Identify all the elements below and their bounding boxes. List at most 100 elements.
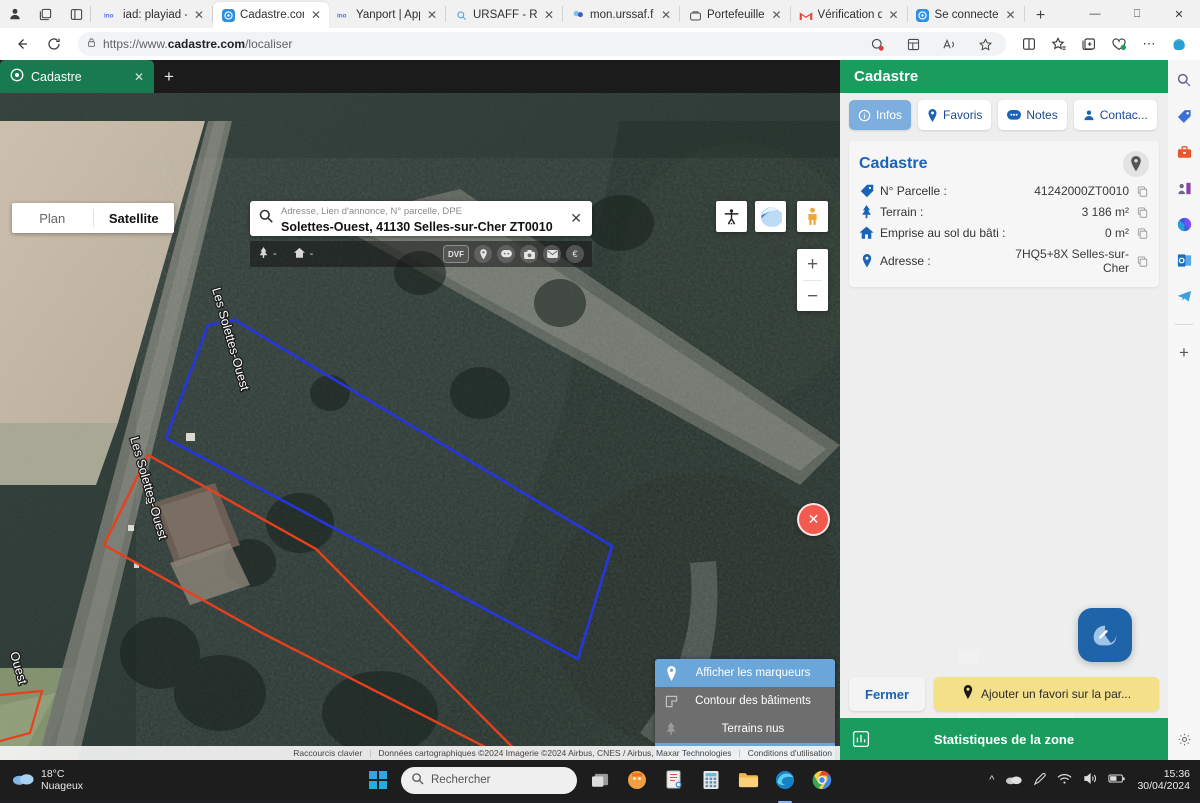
add-favorite-button[interactable]: Ajouter un favori sur la par... (934, 677, 1159, 711)
pin-chip[interactable] (474, 245, 492, 263)
tab-close-icon[interactable]: ✕ (887, 8, 901, 22)
map-layer-satellite[interactable]: Satellite (94, 203, 175, 233)
browser-tab-7[interactable]: Vérification d ✕ (791, 2, 907, 28)
read-aloud-icon[interactable] (936, 31, 962, 57)
add-sidebar-app-icon[interactable]: + (1174, 343, 1194, 363)
show-hidden-icons-chevron[interactable]: ^ (989, 774, 994, 786)
back-icon[interactable] (8, 31, 36, 57)
app-tab-cadastre[interactable]: Cadastre ✕ (0, 60, 154, 93)
chrome-icon[interactable] (808, 766, 836, 794)
comment-chip[interactable] (497, 245, 515, 263)
accessibility-control[interactable] (716, 201, 747, 232)
tools-icon[interactable] (1174, 142, 1194, 162)
new-tab-button[interactable]: + (1029, 4, 1053, 28)
bati-filter[interactable]: - (293, 247, 314, 262)
tab-favoris[interactable]: Favoris (918, 100, 991, 130)
earth-view-control[interactable] (755, 201, 786, 232)
start-button[interactable] (364, 766, 392, 794)
copy-icon[interactable] (1135, 207, 1149, 218)
clear-search-icon[interactable]: ✕ (568, 210, 584, 227)
minimize-button[interactable]: — (1074, 0, 1116, 28)
favorite-star-icon[interactable] (972, 31, 998, 57)
tab-close-icon[interactable]: ✕ (1004, 8, 1018, 22)
taskbar-clock[interactable]: 15:36 30/04/2024 (1137, 768, 1190, 792)
favorites-list-icon[interactable] (1046, 31, 1072, 57)
file-explorer-icon[interactable] (734, 766, 762, 794)
app-new-tab-button[interactable]: + (154, 60, 184, 93)
more-options-icon[interactable]: ⋯ (1136, 31, 1162, 57)
browser-tab-2[interactable]: Cadastre.com ✕ (213, 2, 329, 28)
map-layer-toggle[interactable]: Plan Satellite (12, 203, 174, 233)
gear-icon[interactable] (1177, 732, 1192, 752)
reload-icon[interactable] (40, 31, 68, 57)
games-icon[interactable] (1174, 178, 1194, 198)
street-view-pegman-control[interactable] (797, 201, 828, 232)
tab-close-icon[interactable]: ✕ (425, 8, 439, 22)
map-layer-plan[interactable]: Plan (12, 203, 93, 233)
tab-close-icon[interactable]: ✕ (309, 8, 323, 22)
browser-tab-3[interactable]: ino Yanport | App ✕ (329, 2, 445, 28)
keyboard-shortcuts-link[interactable]: Raccourcis clavier (293, 748, 362, 758)
calculator-icon[interactable] (697, 766, 725, 794)
tab-contacts[interactable]: Contac... (1074, 100, 1157, 130)
split-screen-toolbar-icon[interactable] (1016, 31, 1042, 57)
close-window-button[interactable]: ✕ (1158, 0, 1200, 28)
battery-icon[interactable] (1108, 773, 1126, 787)
map-search-input[interactable]: Adresse, Lien d'annonce, N° parcelle, DP… (281, 202, 561, 236)
mail-chip[interactable] (543, 245, 561, 263)
sidebar-settings[interactable] (1168, 732, 1200, 752)
outlook-icon[interactable] (1174, 250, 1194, 270)
wifi-icon[interactable] (1057, 773, 1072, 788)
onedrive-cloud-icon[interactable] (1005, 773, 1022, 788)
browser-tab-5[interactable]: mon.urssaf.fr ✕ (563, 2, 679, 28)
microsoft-365-icon[interactable] (1174, 214, 1194, 234)
dvf-chip[interactable]: DVF (443, 245, 469, 263)
copy-icon[interactable] (1135, 186, 1149, 197)
tab-notes[interactable]: Notes (998, 100, 1066, 130)
app-tab-close-icon[interactable]: ✕ (134, 70, 144, 84)
collections-icon[interactable] (1076, 31, 1102, 57)
profile-icon[interactable] (6, 6, 23, 23)
browser-tab-8[interactable]: Se connecter ✕ (908, 2, 1024, 28)
tab-close-icon[interactable]: ✕ (192, 8, 206, 22)
pen-icon[interactable] (1033, 772, 1046, 789)
euro-chip[interactable]: € (566, 245, 584, 263)
tracking-prevention-icon[interactable] (864, 31, 890, 57)
volume-icon[interactable] (1083, 772, 1097, 788)
edge-icon[interactable] (771, 766, 799, 794)
terms-link[interactable]: Conditions d'utilisation (748, 748, 832, 758)
tab-close-icon[interactable]: ✕ (659, 8, 673, 22)
camera-chip[interactable] (520, 245, 538, 263)
search-icon[interactable] (1174, 70, 1194, 90)
collections-grid-icon[interactable] (900, 31, 926, 57)
tab-close-icon[interactable]: ✕ (542, 8, 556, 22)
tab-infos[interactable]: Infos (849, 100, 911, 130)
terrain-filter[interactable]: - (258, 247, 277, 262)
browser-essentials-icon[interactable] (1106, 31, 1132, 57)
copy-icon[interactable] (1135, 256, 1149, 267)
taskbar-search-box[interactable]: Rechercher (401, 767, 577, 794)
legend-row-outlines[interactable]: Contour des bâtiments (655, 687, 835, 715)
weather-widget[interactable]: 18°C Nuageux (0, 768, 83, 792)
copilot-bubble-button[interactable] (1078, 608, 1132, 662)
split-screen-icon[interactable] (68, 6, 85, 23)
maximize-button[interactable]: ⎕ (1116, 0, 1158, 28)
browser-tab-4[interactable]: URSAFF - Rec ✕ (446, 2, 562, 28)
close-panel-button[interactable]: ✕ (797, 503, 830, 536)
zone-stats-button[interactable]: Statistiques de la zone (840, 718, 1168, 760)
shopping-tag-icon[interactable] (1174, 106, 1194, 126)
legend-row-terrains[interactable]: Terrains nus (655, 715, 835, 743)
zoom-in-button[interactable]: + (797, 249, 828, 280)
zoom-out-button[interactable]: − (797, 281, 828, 312)
tab-close-icon[interactable]: ✕ (770, 8, 784, 22)
copilot-icon[interactable] (1166, 31, 1192, 57)
legend-row-markers[interactable]: Afficher les marqueurs (655, 659, 835, 687)
browser-tab-6[interactable]: Portefeuille ✕ (680, 2, 790, 28)
telegram-icon[interactable] (1174, 286, 1194, 306)
task-view-icon[interactable] (586, 766, 614, 794)
map-canvas[interactable]: Les Solettes-Ouest Les Solettes-Ouest Ou… (0, 93, 840, 760)
browser-tab-1[interactable]: ino iad: playiad - ✕ (96, 2, 212, 28)
tab-groups-icon[interactable] (37, 6, 54, 23)
locate-parcel-button[interactable] (1123, 151, 1149, 177)
map-search-box[interactable]: Adresse, Lien d'annonce, N° parcelle, DP… (250, 201, 592, 236)
